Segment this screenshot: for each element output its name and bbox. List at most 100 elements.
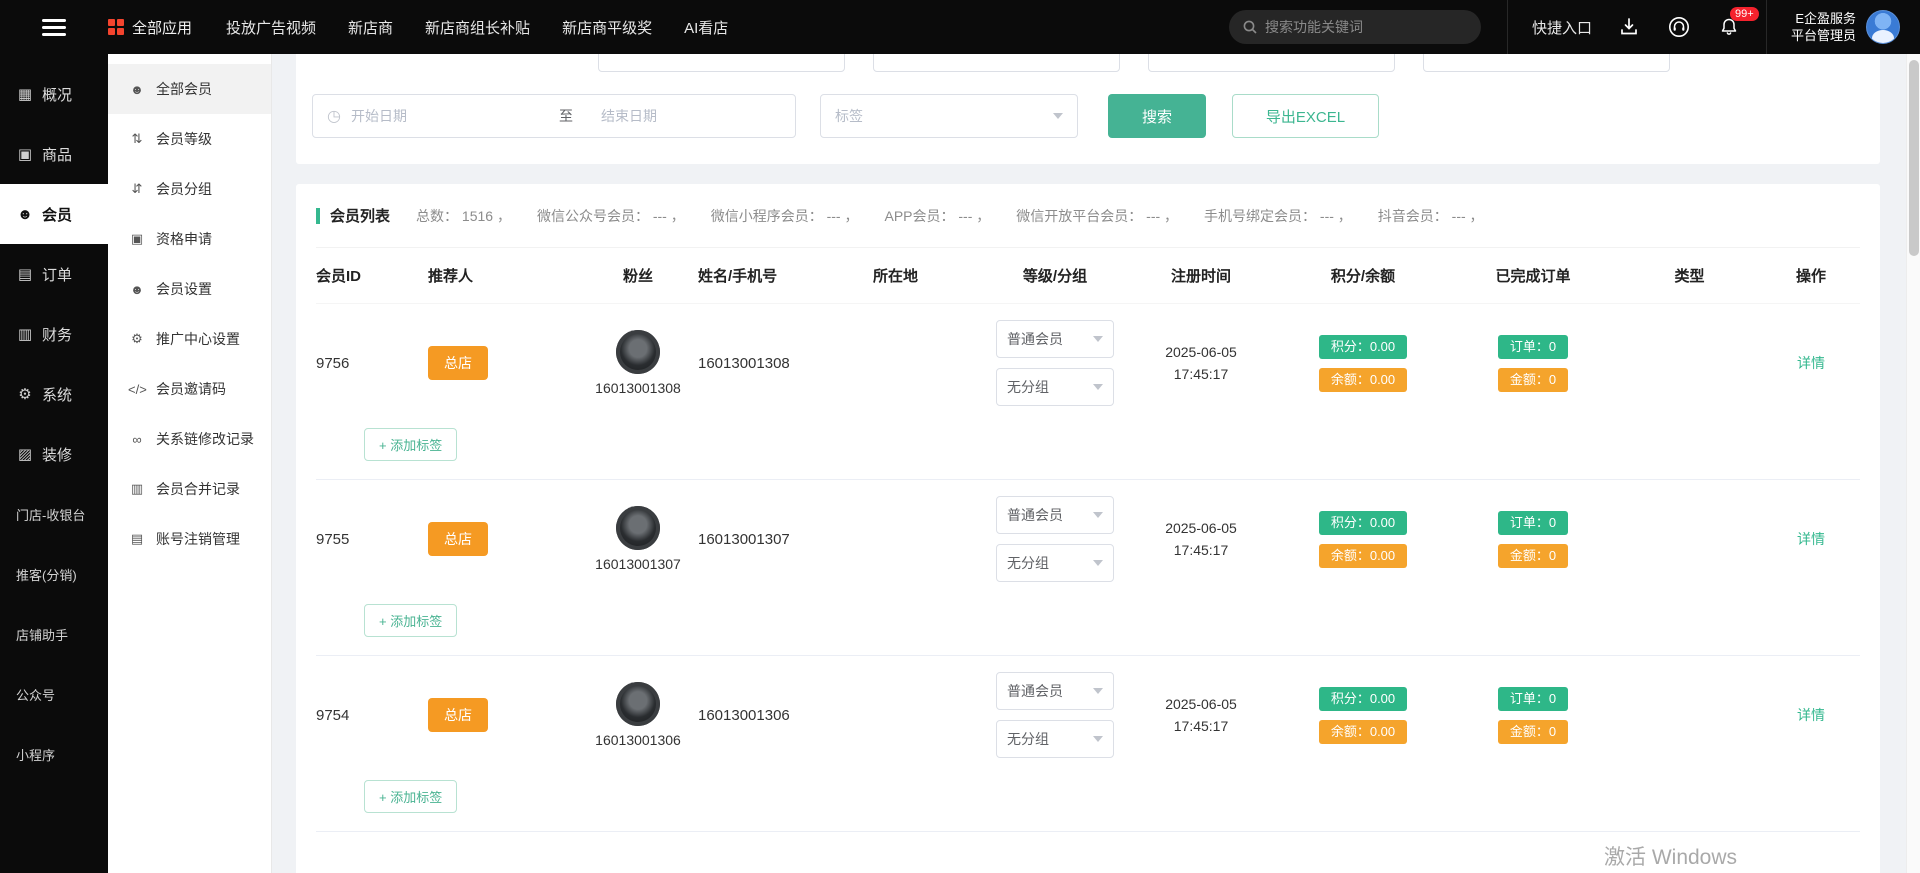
member-icon: ☻ bbox=[16, 206, 34, 223]
submenu-item-member-groups[interactable]: ⇵会员分组 bbox=[108, 164, 271, 214]
tag-row: + 添加标签 bbox=[316, 422, 1860, 480]
submenu-item-member-settings[interactable]: ☻会员设置 bbox=[108, 264, 271, 314]
download-icon[interactable] bbox=[1616, 14, 1642, 40]
filter-date-row: ◷ 至 标签 搜索 导出EXCEL bbox=[312, 94, 1864, 138]
balance-badge: 余额：0.00 bbox=[1319, 720, 1407, 744]
finance-icon: ▥ bbox=[16, 325, 34, 343]
member-list-title: 会员列表 bbox=[330, 205, 390, 226]
decoration-icon: ▨ bbox=[16, 445, 34, 463]
sidebar-item-members[interactable]: ☻会员 bbox=[0, 184, 108, 244]
submenu-item-qualification[interactable]: ▣资格申请 bbox=[108, 214, 271, 264]
date-range-picker[interactable]: ◷ 至 bbox=[312, 94, 796, 138]
sidebar-item-finance[interactable]: ▥财务 bbox=[0, 304, 108, 364]
table-header: 会员ID 推荐人 粉丝 姓名/手机号 所在地 等级/分组 注册时间 积分/余额 … bbox=[316, 248, 1860, 304]
submenu-item-account-cancellation[interactable]: ▤账号注销管理 bbox=[108, 514, 271, 564]
level-select[interactable]: 普通会员 bbox=[996, 672, 1114, 710]
goods-icon: ▣ bbox=[16, 145, 34, 163]
export-excel-button[interactable]: 导出EXCEL bbox=[1232, 94, 1379, 138]
col-level-group: 等级/分组 bbox=[985, 265, 1125, 286]
register-time: 2025-06-0517:45:17 bbox=[1125, 341, 1277, 385]
start-date-input[interactable] bbox=[351, 108, 531, 124]
filter-input-3[interactable] bbox=[1148, 54, 1395, 72]
amount-badge: 金额：0 bbox=[1498, 368, 1568, 392]
referrer-button[interactable]: 总店 bbox=[428, 522, 488, 556]
nav-ai-watch[interactable]: AI看店 bbox=[684, 17, 728, 38]
apps-grid-icon bbox=[108, 19, 124, 35]
members-icon: ☻ bbox=[128, 82, 146, 97]
filter-inputs-row-clipped bbox=[312, 54, 1864, 72]
nav-group-leader-subsidy[interactable]: 新店商组长补贴 bbox=[425, 17, 530, 38]
nav-new-retail[interactable]: 新店商 bbox=[348, 17, 393, 38]
search-input[interactable] bbox=[1265, 19, 1467, 35]
nav-ads-video[interactable]: 投放广告视频 bbox=[226, 17, 316, 38]
search-button[interactable]: 搜索 bbox=[1108, 94, 1206, 138]
sidebar-item-decoration[interactable]: ▨装修 bbox=[0, 424, 108, 484]
fan-number: 16013001308 bbox=[595, 380, 681, 396]
scrollbar-thumb[interactable] bbox=[1909, 60, 1919, 256]
sidebar-item-overview[interactable]: ▦概况 bbox=[0, 64, 108, 124]
stat-wechat-official: 微信公众号会员： --- ， bbox=[537, 206, 685, 226]
customer-service-icon[interactable] bbox=[1666, 14, 1692, 40]
chevron-down-icon bbox=[1093, 560, 1103, 566]
all-apps-button[interactable]: 全部应用 bbox=[108, 17, 192, 38]
account-text: E企盈服务 平台管理员 bbox=[1791, 10, 1856, 44]
group-select[interactable]: 无分组 bbox=[996, 544, 1114, 582]
sidebar-item-orders[interactable]: ▤订单 bbox=[0, 244, 108, 304]
sidebar-item-goods[interactable]: ▣商品 bbox=[0, 124, 108, 184]
chevron-down-icon bbox=[1053, 113, 1063, 119]
level-select[interactable]: 普通会员 bbox=[996, 320, 1114, 358]
filter-input-4[interactable] bbox=[1423, 54, 1670, 72]
detail-link[interactable]: 详情 bbox=[1797, 531, 1825, 547]
col-actions: 操作 bbox=[1762, 265, 1860, 286]
submenu-item-invite-code[interactable]: </>会员邀请码 bbox=[108, 364, 271, 414]
stat-mini-program: 微信小程序会员： --- ， bbox=[711, 206, 859, 226]
group-select[interactable]: 无分组 bbox=[996, 720, 1114, 758]
sidebar-item-store-cashier[interactable]: 门店-收银台 bbox=[0, 484, 108, 544]
orders-badge: 订单：0 bbox=[1498, 687, 1568, 711]
notifications-bell-icon[interactable]: 99+ bbox=[1716, 14, 1742, 40]
stat-phone-bound: 手机号绑定会员： --- ， bbox=[1204, 206, 1352, 226]
sidebar-item-official-account[interactable]: 公众号 bbox=[0, 664, 108, 724]
add-tag-button[interactable]: + 添加标签 bbox=[364, 604, 457, 637]
submenu-item-member-levels[interactable]: ⇅会员等级 bbox=[108, 114, 271, 164]
filter-input-2[interactable] bbox=[873, 54, 1120, 72]
member-name-phone: 16013001308 bbox=[698, 355, 873, 372]
account-area[interactable]: E企盈服务 平台管理员 bbox=[1766, 0, 1920, 54]
sidebar-item-mini-program[interactable]: 小程序 bbox=[0, 724, 108, 784]
account-name: E企盈服务 bbox=[1791, 10, 1856, 27]
group-select[interactable]: 无分组 bbox=[996, 368, 1114, 406]
end-date-input[interactable] bbox=[601, 108, 781, 124]
add-tag-button[interactable]: + 添加标签 bbox=[364, 780, 457, 813]
referrer-button[interactable]: 总店 bbox=[428, 698, 488, 732]
detail-link[interactable]: 详情 bbox=[1797, 355, 1825, 371]
gear-icon: ⚙ bbox=[16, 385, 34, 403]
stat-total: 总数： 1516 ， bbox=[416, 206, 511, 226]
detail-link[interactable]: 详情 bbox=[1797, 707, 1825, 723]
add-tag-button[interactable]: + 添加标签 bbox=[364, 428, 457, 461]
stat-open-platform: 微信开放平台会员： --- ， bbox=[1016, 206, 1178, 226]
sidebar-item-system[interactable]: ⚙系统 bbox=[0, 364, 108, 424]
submenu-item-merge-log[interactable]: ▥会员合并记录 bbox=[108, 464, 271, 514]
nav-peer-reward[interactable]: 新店商平级奖 bbox=[562, 17, 652, 38]
notification-badge: 99+ bbox=[1730, 7, 1759, 21]
levels-icon: ⇅ bbox=[128, 131, 146, 147]
fan-number: 16013001307 bbox=[595, 556, 681, 572]
hamburger-menu-button[interactable] bbox=[0, 15, 108, 40]
points-badge: 积分：0.00 bbox=[1319, 335, 1407, 359]
level-select[interactable]: 普通会员 bbox=[996, 496, 1114, 534]
sidebar-item-shop-assistant[interactable]: 店铺助手 bbox=[0, 604, 108, 664]
register-time: 2025-06-0517:45:17 bbox=[1125, 517, 1277, 561]
primary-sidebar: ▦概况 ▣商品 ☻会员 ▤订单 ▥财务 ⚙系统 ▨装修 门店-收银台 推客(分销… bbox=[0, 54, 108, 873]
avatar[interactable] bbox=[1866, 10, 1900, 44]
sidebar-item-distribution[interactable]: 推客(分销) bbox=[0, 544, 108, 604]
quick-entry-link[interactable]: 快捷入口 bbox=[1532, 17, 1592, 38]
balance-badge: 余额：0.00 bbox=[1319, 368, 1407, 392]
filter-input-1[interactable] bbox=[598, 54, 845, 72]
submenu-item-relation-chain-log[interactable]: ∞关系链修改记录 bbox=[108, 414, 271, 464]
submenu-item-promotion-settings[interactable]: ⚙推广中心设置 bbox=[108, 314, 271, 364]
submenu-item-all-members[interactable]: ☻全部会员 bbox=[108, 64, 271, 114]
referrer-button[interactable]: 总店 bbox=[428, 346, 488, 380]
topbar-search[interactable] bbox=[1229, 10, 1481, 44]
amount-badge: 金额：0 bbox=[1498, 544, 1568, 568]
tag-select[interactable]: 标签 bbox=[820, 94, 1078, 138]
